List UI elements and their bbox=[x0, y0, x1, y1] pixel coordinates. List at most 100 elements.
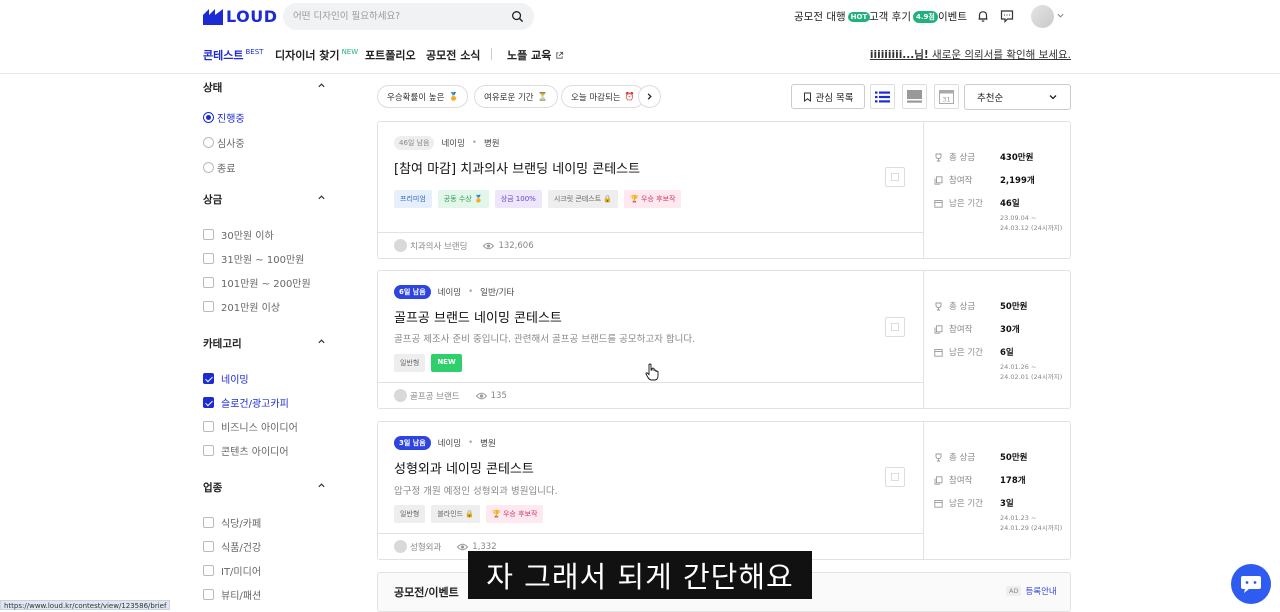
category-option[interactable]: 콘텐츠 아이디어 bbox=[203, 443, 289, 458]
category-option[interactable]: 슬로건/광고카피 bbox=[203, 395, 289, 410]
prize-option[interactable]: 30만원 이하 bbox=[203, 227, 274, 242]
entries-value: 2,199개 bbox=[1000, 176, 1035, 186]
radio-button[interactable] bbox=[203, 112, 214, 123]
chip-label: 우승확률이 높은 bbox=[387, 92, 445, 103]
sort-select[interactable]: 추천순 bbox=[964, 84, 1071, 110]
chevron-up-icon[interactable] bbox=[317, 193, 326, 202]
card-tags: 일반형 NEW bbox=[394, 354, 462, 372]
tab-education[interactable]: 노플 교육 bbox=[507, 47, 564, 63]
checkbox[interactable] bbox=[203, 445, 214, 456]
search-icon[interactable] bbox=[511, 10, 524, 23]
tag: 프리미엄 bbox=[394, 190, 432, 208]
card-title[interactable]: 골프공 브랜드 네이밍 콘테스트 bbox=[394, 307, 562, 326]
chevron-up-icon[interactable] bbox=[317, 81, 326, 90]
radio-button[interactable] bbox=[203, 162, 214, 173]
eye-icon bbox=[483, 242, 495, 249]
status-option[interactable]: 심사중 bbox=[203, 135, 245, 150]
checkbox[interactable] bbox=[203, 301, 214, 312]
tab-find-designer[interactable]: 디자이너 찾기 NEW bbox=[275, 47, 358, 63]
favorites-button[interactable]: 관심 목록 bbox=[791, 84, 865, 109]
contest-card[interactable]: 6일 남음 네이밍 • 일반/기타 골프공 브랜드 네이밍 콘테스트 골프공 제… bbox=[377, 270, 1071, 409]
owner-avatar bbox=[394, 239, 407, 252]
industry-option[interactable]: 식당/카페 bbox=[203, 515, 261, 530]
chevron-up-icon[interactable] bbox=[317, 481, 326, 490]
separator-dot: • bbox=[468, 438, 474, 448]
status-option[interactable]: 종료 bbox=[203, 160, 235, 175]
checkbox-checked[interactable] bbox=[203, 373, 214, 384]
card-title[interactable]: 성형외과 네이밍 콘테스트 bbox=[394, 458, 534, 477]
favorite-toggle[interactable] bbox=[885, 317, 905, 337]
tab-contest-label: 콘테스트 bbox=[203, 49, 244, 62]
industry-option[interactable]: IT/미디어 bbox=[203, 563, 261, 578]
card-title[interactable]: [참여 마감] 치과의사 브랜딩 네이밍 콘테스트 bbox=[394, 158, 640, 177]
top-bar: LOUD 공모전 대행 HOT 고객 후기 4.9점 이벤트 bbox=[0, 0, 1280, 34]
calendar-view-button[interactable]: 31 bbox=[934, 84, 959, 109]
filter-chip-high-win-rate[interactable]: 우승확률이 높은 🏅 bbox=[377, 85, 469, 108]
card-meta: 3일 남음 네이밍 • 병원 bbox=[394, 436, 496, 450]
nav-reviews[interactable]: 고객 후기 4.9점 bbox=[869, 9, 938, 24]
list-view-button[interactable] bbox=[870, 84, 895, 109]
card-tags: 일반형 블라인드 🔒 🏆 우승 후보작 bbox=[394, 505, 544, 523]
period-dates: 24.01.26 ~ 24.02.01 (24시까지) bbox=[1000, 362, 1062, 382]
industry-option[interactable]: 뷰티/패션 bbox=[203, 587, 261, 602]
request-notice-link[interactable]: iiiiiiiii...님! 새로운 의뢰서를 확인해 보세요. bbox=[870, 47, 1071, 62]
checkbox[interactable] bbox=[203, 421, 214, 432]
chevron-up-icon[interactable] bbox=[317, 337, 326, 346]
tab-contest[interactable]: 콘테스트 BEST bbox=[203, 47, 263, 63]
entries-icon bbox=[934, 324, 943, 334]
prize-option[interactable]: 201만원 이상 bbox=[203, 299, 280, 314]
checkbox[interactable] bbox=[203, 589, 214, 600]
trophy-icon bbox=[935, 302, 942, 310]
view-count: 135 bbox=[475, 391, 507, 401]
ad-register-link[interactable]: AD 등록안내 bbox=[1006, 585, 1057, 597]
search-input[interactable] bbox=[293, 11, 511, 22]
checkbox[interactable] bbox=[203, 253, 214, 264]
card-meta: 6일 남음 네이밍 • 일반/기타 bbox=[394, 285, 514, 299]
chat-button[interactable] bbox=[1231, 564, 1271, 604]
contest-card[interactable]: 46일 남음 네이밍 • 병원 [참여 마감] 치과의사 브랜딩 네이밍 콘테스… bbox=[377, 121, 1071, 259]
chips-next-button[interactable] bbox=[638, 85, 661, 108]
tab-portfolio[interactable]: 포트폴리오 bbox=[365, 47, 416, 63]
prize-option[interactable]: 101만원 ~ 200만원 bbox=[203, 275, 311, 290]
nav-agency[interactable]: 공모전 대행 HOT bbox=[794, 9, 871, 24]
view-count-value: 1,332 bbox=[472, 541, 497, 552]
filter-chip-relaxed-period[interactable]: 여유로운 기간 ⏳ bbox=[474, 85, 558, 108]
category-option[interactable]: 비즈니스 아이디어 bbox=[203, 419, 298, 434]
message-icon[interactable] bbox=[1000, 9, 1014, 23]
category-option[interactable]: 네이밍 bbox=[203, 371, 249, 386]
filter-chip-closing-today[interactable]: 오늘 마감되는 ⏰ bbox=[561, 85, 645, 108]
checkbox-checked[interactable] bbox=[203, 397, 214, 408]
tab-contest-news[interactable]: 공모전 소식 bbox=[426, 47, 480, 63]
option-label: 종료 bbox=[217, 164, 236, 175]
radio-button[interactable] bbox=[203, 137, 214, 148]
prize-option[interactable]: 31만원 ~ 100만원 bbox=[203, 251, 304, 266]
contest-card[interactable]: 3일 남음 네이밍 • 병원 성형외과 네이밍 콘테스트 압구정 개원 예정인 … bbox=[377, 421, 1071, 560]
best-badge: BEST bbox=[245, 48, 264, 56]
checkbox[interactable] bbox=[203, 565, 214, 576]
status-option[interactable]: 진행중 bbox=[203, 110, 245, 125]
hot-badge: HOT bbox=[847, 11, 871, 22]
chevron-down-icon[interactable] bbox=[1056, 11, 1065, 20]
option-label: 201만원 이상 bbox=[221, 303, 281, 314]
checkbox[interactable] bbox=[203, 541, 214, 552]
nav-events[interactable]: 이벤트 bbox=[938, 9, 967, 24]
prize-stat: 총 상금 50만원 bbox=[934, 300, 1027, 312]
checkbox[interactable] bbox=[203, 517, 214, 528]
industry-option[interactable]: 식품/건강 bbox=[203, 539, 261, 554]
dday-badge: 6일 남음 bbox=[394, 285, 431, 299]
logo[interactable]: LOUD bbox=[203, 7, 278, 26]
calendar-small-icon bbox=[934, 499, 943, 508]
owner-avatar bbox=[394, 540, 407, 553]
avatar[interactable] bbox=[1031, 5, 1054, 28]
favorite-toggle[interactable] bbox=[885, 467, 905, 487]
checkbox[interactable] bbox=[203, 277, 214, 288]
entries-stat: 참여작 2,199개 bbox=[934, 174, 1035, 186]
checkbox[interactable] bbox=[203, 229, 214, 240]
bell-icon[interactable] bbox=[976, 9, 990, 23]
card-view-button[interactable] bbox=[902, 84, 927, 109]
favorite-toggle[interactable] bbox=[885, 167, 905, 187]
bookmark-icon bbox=[803, 92, 811, 102]
stat-label: 참여작 bbox=[949, 176, 973, 186]
card-category: 네이밍 bbox=[441, 139, 465, 149]
card-category: 네이밍 bbox=[437, 439, 462, 449]
